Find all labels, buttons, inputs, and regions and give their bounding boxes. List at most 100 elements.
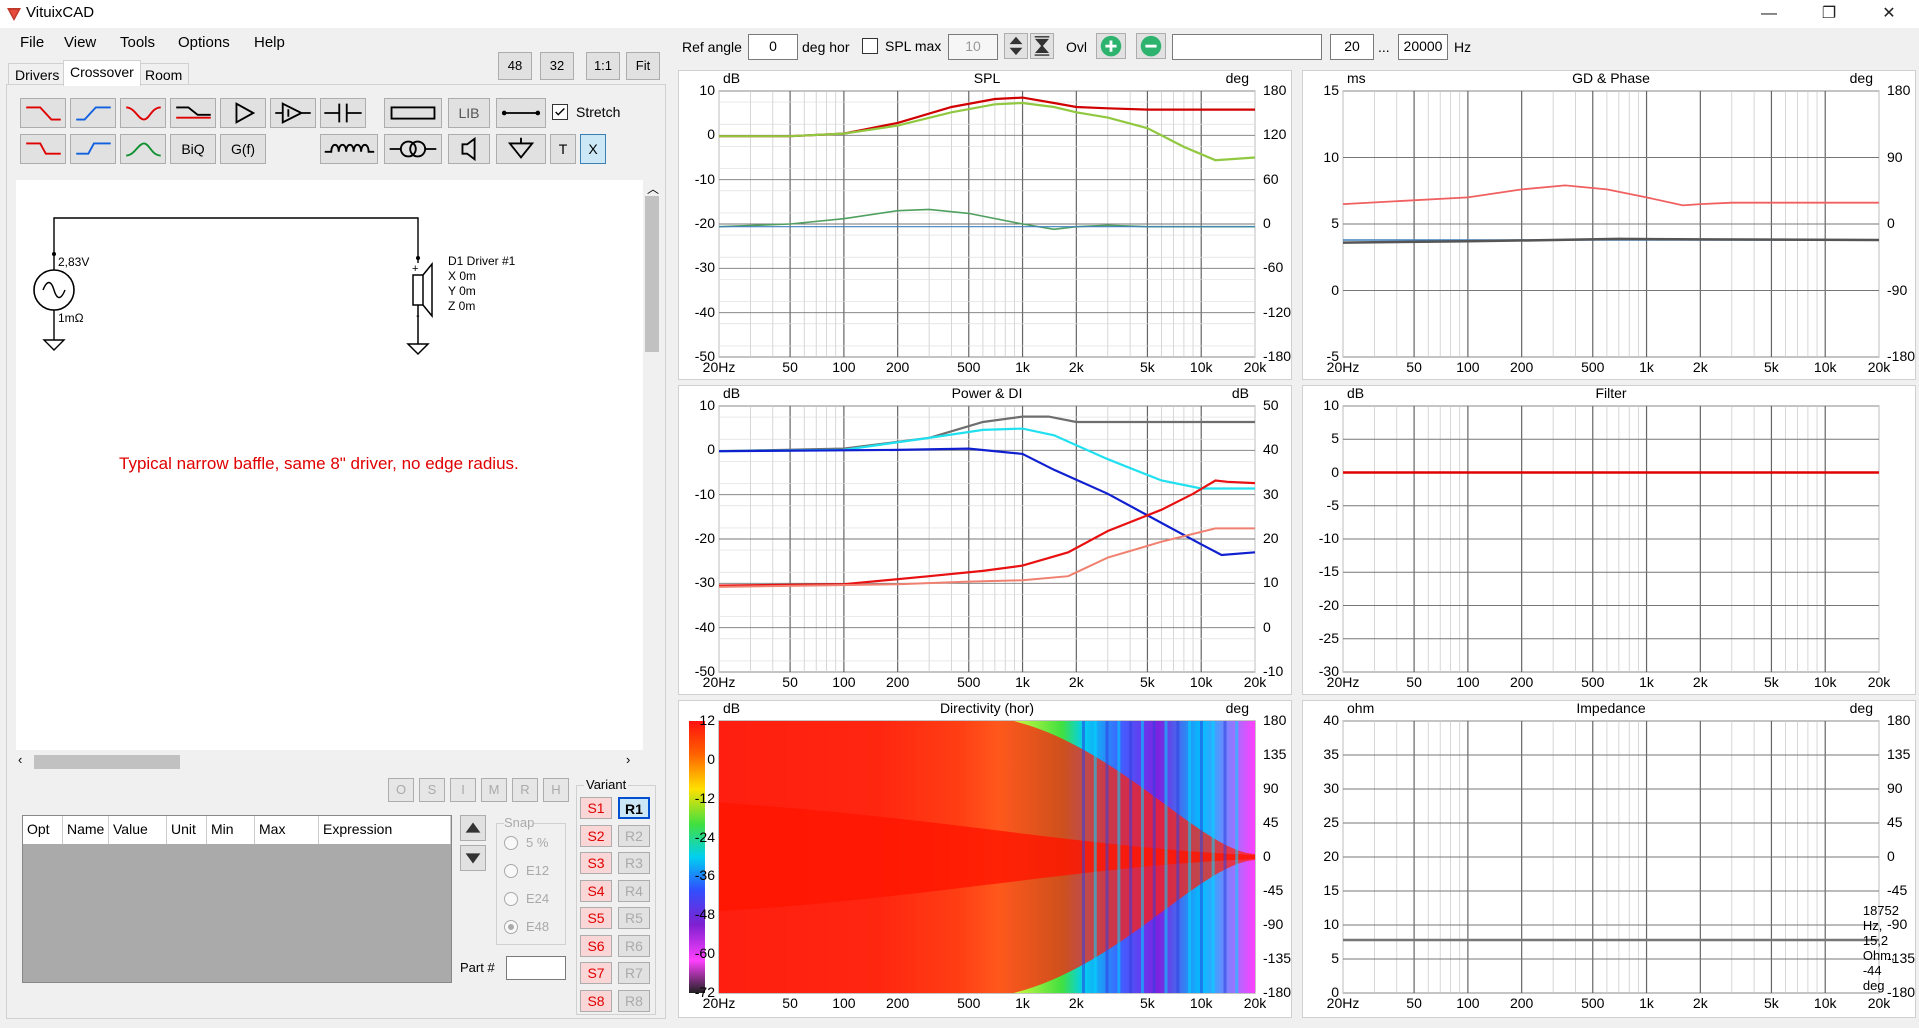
- part-h-button[interactable]: H: [543, 778, 569, 802]
- snap-radio-1[interactable]: [504, 864, 518, 878]
- menu-file[interactable]: File: [20, 34, 44, 51]
- opamp-button[interactable]: [270, 98, 316, 128]
- horizontal-scrollbar[interactable]: ‹ ›: [16, 750, 643, 772]
- overlay-name-input[interactable]: [1172, 34, 1322, 60]
- power-di-graph[interactable]: Power & DI dB dB 10 0 -10 -20 -30 -40 -50 50 40 30 20…: [678, 385, 1292, 695]
- zoom-32-button[interactable]: 32: [540, 52, 574, 80]
- vertical-scroll-thumb[interactable]: [645, 196, 659, 352]
- tab-drivers[interactable]: Drivers: [8, 63, 67, 85]
- variant-r2-button[interactable]: R2: [618, 824, 650, 847]
- zoom-48-button[interactable]: 48: [498, 52, 532, 80]
- tab-room[interactable]: Room: [138, 63, 190, 85]
- minimize-button[interactable]: —: [1746, 0, 1792, 28]
- driver-button[interactable]: [448, 134, 490, 164]
- schematic-canvas[interactable]: 2,83V 1mΩ + - D1 Driver #1 X 0m Y 0m Z 0…: [16, 180, 643, 750]
- lib-button[interactable]: LIB: [448, 98, 490, 128]
- col-opt[interactable]: Opt: [23, 816, 63, 844]
- variant-s6-button[interactable]: S6: [580, 934, 612, 957]
- capacitor-button[interactable]: [320, 98, 366, 128]
- freq-max-input[interactable]: 20000: [1398, 34, 1448, 60]
- variant-s3-button[interactable]: S3: [580, 852, 612, 874]
- ground-button[interactable]: [496, 134, 546, 164]
- gf-button[interactable]: G(f): [220, 134, 266, 164]
- highpass-button[interactable]: [70, 98, 116, 128]
- power-right-tick: 50: [1263, 397, 1279, 413]
- biquad-button[interactable]: BiQ: [170, 134, 216, 164]
- text-button[interactable]: T: [550, 134, 576, 164]
- col-min[interactable]: Min: [207, 816, 255, 844]
- ref-angle-input[interactable]: 0: [748, 34, 798, 60]
- close-button[interactable]: ✕: [1866, 0, 1912, 28]
- variant-r4-button[interactable]: R4: [618, 879, 650, 902]
- variant-s2-button[interactable]: S2: [580, 824, 612, 847]
- transformer-button[interactable]: [384, 134, 442, 164]
- snap-radio-2[interactable]: [504, 892, 518, 906]
- scroll-up-icon[interactable]: ︿: [647, 180, 659, 197]
- gd-phase-graph[interactable]: GD & Phase ms deg 15 10 5 0 -5 180 90 0 -90 -180 20Hz…: [1302, 70, 1916, 380]
- variant-s1-button[interactable]: S1: [580, 797, 612, 819]
- filter-freq-tick: 200: [1509, 674, 1534, 690]
- spl-fit-button[interactable]: [1030, 33, 1054, 59]
- variant-s7-button[interactable]: S7: [580, 962, 612, 984]
- col-name[interactable]: Name: [63, 816, 109, 844]
- variant-s4-button[interactable]: S4: [580, 879, 612, 902]
- inductor-button[interactable]: [320, 134, 378, 164]
- lowpass-button[interactable]: [20, 98, 66, 128]
- col-unit[interactable]: Unit: [167, 816, 207, 844]
- highpass-alt-button[interactable]: [70, 134, 116, 164]
- tab-crossover[interactable]: Crossover: [63, 60, 141, 86]
- spl-graph[interactable]: SPL dB deg 10 0 -10 -20 -30 -40 -50 180 120 60 0 -60 -1…: [678, 70, 1292, 380]
- impedance-graph[interactable]: Impedance ohm deg 40 35 30 25 20 15 10 5 0 180 135 90 4…: [1302, 700, 1916, 1018]
- menu-tools[interactable]: Tools: [120, 34, 155, 51]
- part-m-button[interactable]: M: [481, 778, 507, 802]
- menu-options[interactable]: Options: [178, 34, 230, 51]
- move-down-button[interactable]: [460, 845, 486, 871]
- maximize-button[interactable]: ❐: [1806, 0, 1852, 28]
- snap-radio-0[interactable]: [504, 836, 518, 850]
- snap-radio-3[interactable]: [504, 920, 518, 934]
- wire-button[interactable]: [496, 98, 546, 128]
- spl-updown-button[interactable]: [1004, 33, 1028, 59]
- part-o-button[interactable]: O: [388, 778, 414, 802]
- bandpass-button[interactable]: [120, 134, 166, 164]
- x-button[interactable]: X: [580, 134, 606, 164]
- variant-r6-button[interactable]: R6: [618, 934, 650, 957]
- menu-help[interactable]: Help: [254, 34, 285, 51]
- part-s-button[interactable]: S: [419, 778, 445, 802]
- vertical-scrollbar[interactable]: ︿: [643, 180, 661, 750]
- directivity-freq-tick: 20k: [1243, 995, 1267, 1011]
- menu-view[interactable]: View: [64, 34, 96, 51]
- zoom-fit-button[interactable]: Fit: [626, 52, 660, 80]
- shelf-button[interactable]: [170, 98, 216, 128]
- variant-r8-button[interactable]: R8: [618, 989, 650, 1012]
- col-max[interactable]: Max: [255, 816, 319, 844]
- variant-r7-button[interactable]: R7: [618, 962, 650, 984]
- variant-r5-button[interactable]: R5: [618, 907, 650, 929]
- scroll-left-icon[interactable]: ‹: [18, 752, 22, 767]
- stretch-checkbox[interactable]: [552, 104, 568, 120]
- horizontal-scroll-thumb[interactable]: [34, 755, 180, 769]
- part-number-input[interactable]: [506, 956, 566, 980]
- notch-button[interactable]: [120, 98, 166, 128]
- variant-s8-button[interactable]: S8: [580, 989, 612, 1012]
- filter-graph[interactable]: Filter dB 10 5 0 -5 -10 -15 -20 -25 -30 20Hz 50 100 20…: [1302, 385, 1916, 695]
- part-r-button[interactable]: R: [512, 778, 538, 802]
- scroll-right-icon[interactable]: ›: [626, 752, 630, 767]
- amplifier-button[interactable]: [220, 98, 266, 128]
- col-value[interactable]: Value: [109, 816, 167, 844]
- variant-s5-button[interactable]: S5: [580, 907, 612, 929]
- move-up-button[interactable]: [460, 815, 486, 841]
- zoom-1-1-button[interactable]: 1:1: [586, 52, 620, 80]
- col-expression[interactable]: Expression: [319, 816, 451, 844]
- lowpass-alt-button[interactable]: [20, 134, 66, 164]
- overlay-add-button[interactable]: [1096, 33, 1126, 59]
- variant-r1-button[interactable]: R1: [618, 797, 650, 819]
- resistor-button[interactable]: [384, 98, 442, 128]
- spl-max-checkbox[interactable]: [862, 38, 878, 54]
- overlay-remove-button[interactable]: [1136, 33, 1166, 59]
- spl-max-input[interactable]: 10: [948, 34, 998, 60]
- freq-min-input[interactable]: 20: [1330, 34, 1374, 60]
- part-i-button[interactable]: I: [450, 778, 476, 802]
- directivity-graph[interactable]: Directivity (hor) dB deg 12 0 -12 -24 -36 -48 -60…: [678, 700, 1292, 1018]
- variant-r3-button[interactable]: R3: [618, 852, 650, 874]
